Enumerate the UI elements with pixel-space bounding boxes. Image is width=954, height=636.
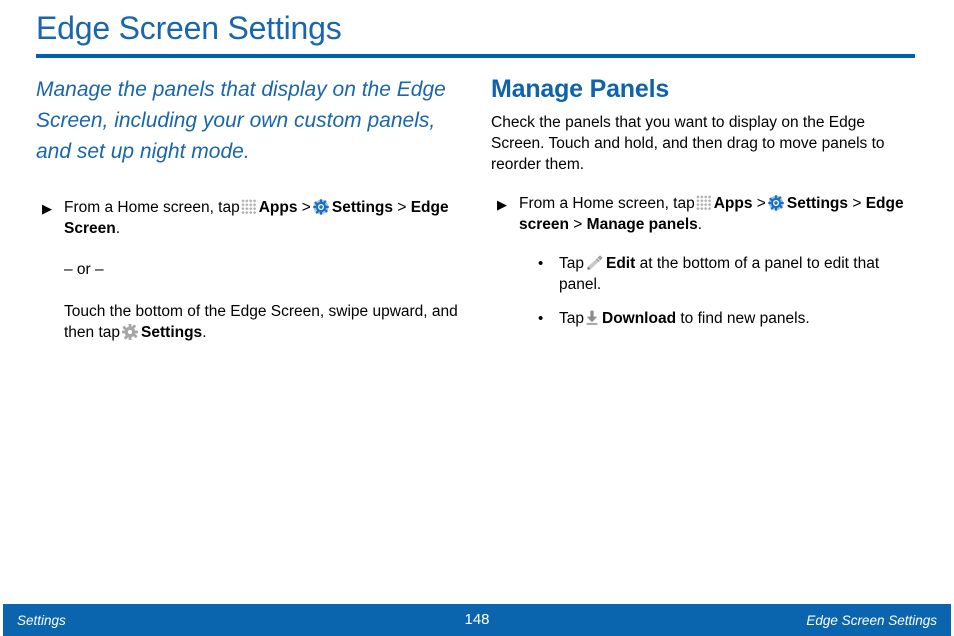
alt-settings-label: Settings xyxy=(141,324,203,341)
download-icon xyxy=(586,310,598,325)
step-separator-1: > xyxy=(301,199,311,216)
step-separator-2: > xyxy=(852,195,862,212)
apps-label: Apps xyxy=(258,199,298,216)
triangle-bullet-icon: ▶ xyxy=(42,201,52,216)
download-label: Download xyxy=(602,310,677,327)
intro-paragraph: Manage the panels that display on the Ed… xyxy=(36,78,446,163)
right-column: Manage Panels Check the panels that you … xyxy=(491,74,919,329)
manage-panels-label: Manage panels xyxy=(586,216,698,233)
document-page: Edge Screen Settings Manage the panels t… xyxy=(0,0,954,636)
footer-topic-label: Edge Screen Settings xyxy=(806,613,937,628)
step-separator-2: > xyxy=(397,199,407,216)
bullet-dot-icon: • xyxy=(538,310,544,327)
alt-step-period: . xyxy=(202,324,207,341)
left-step-1: ▶ From a Home screen, tap Apps > Setting… xyxy=(36,197,461,239)
settings-gear-grey-icon xyxy=(122,324,139,340)
list-item: • Tap Edit at the bottom of a panel to e… xyxy=(535,253,919,295)
step-period: . xyxy=(697,216,703,233)
settings-label: Settings xyxy=(331,199,394,216)
section-heading-manage-panels: Manage Panels xyxy=(491,75,670,103)
step-separator-3: > xyxy=(573,216,583,233)
page-footer: Settings 148 Edge Screen Settings xyxy=(3,604,951,636)
right-step-1: ▶ From a Home screen, tap Apps > Setting… xyxy=(491,193,919,235)
sub-step-list: • Tap Edit at the bottom of a panel to e… xyxy=(491,253,919,329)
step-text-lead: From a Home screen, tap xyxy=(64,199,240,216)
step-text-lead: From a Home screen, tap xyxy=(519,195,695,212)
apps-grid-icon xyxy=(240,199,256,214)
settings-gear-blue-icon xyxy=(768,195,784,211)
apps-grid-icon xyxy=(695,195,711,210)
step-separator-1: > xyxy=(756,195,766,212)
step-period: . xyxy=(115,220,121,237)
edit-label: Edit xyxy=(606,255,636,272)
triangle-bullet-icon: ▶ xyxy=(497,197,507,212)
manage-panels-paragraph: Check the panels that you want to displa… xyxy=(491,114,885,173)
left-alt-step: Touch the bottom of the Edge Screen, swi… xyxy=(36,301,461,343)
settings-gear-blue-icon xyxy=(313,199,329,215)
settings-label: Settings xyxy=(786,195,849,212)
apps-label: Apps xyxy=(713,195,753,212)
left-column: Manage the panels that display on the Ed… xyxy=(36,74,461,343)
pencil-icon xyxy=(586,255,603,270)
bullet-text-tail: to find new panels. xyxy=(680,310,810,327)
title-underline-rule xyxy=(36,54,915,58)
or-divider: – or – xyxy=(64,261,104,278)
bullet-dot-icon: • xyxy=(538,255,544,272)
page-title: Edge Screen Settings xyxy=(36,10,342,46)
bullet-text-lead: Tap xyxy=(559,255,584,272)
bullet-text-lead: Tap xyxy=(559,310,584,327)
list-item: • Tap Download to find new panels. xyxy=(535,308,919,329)
